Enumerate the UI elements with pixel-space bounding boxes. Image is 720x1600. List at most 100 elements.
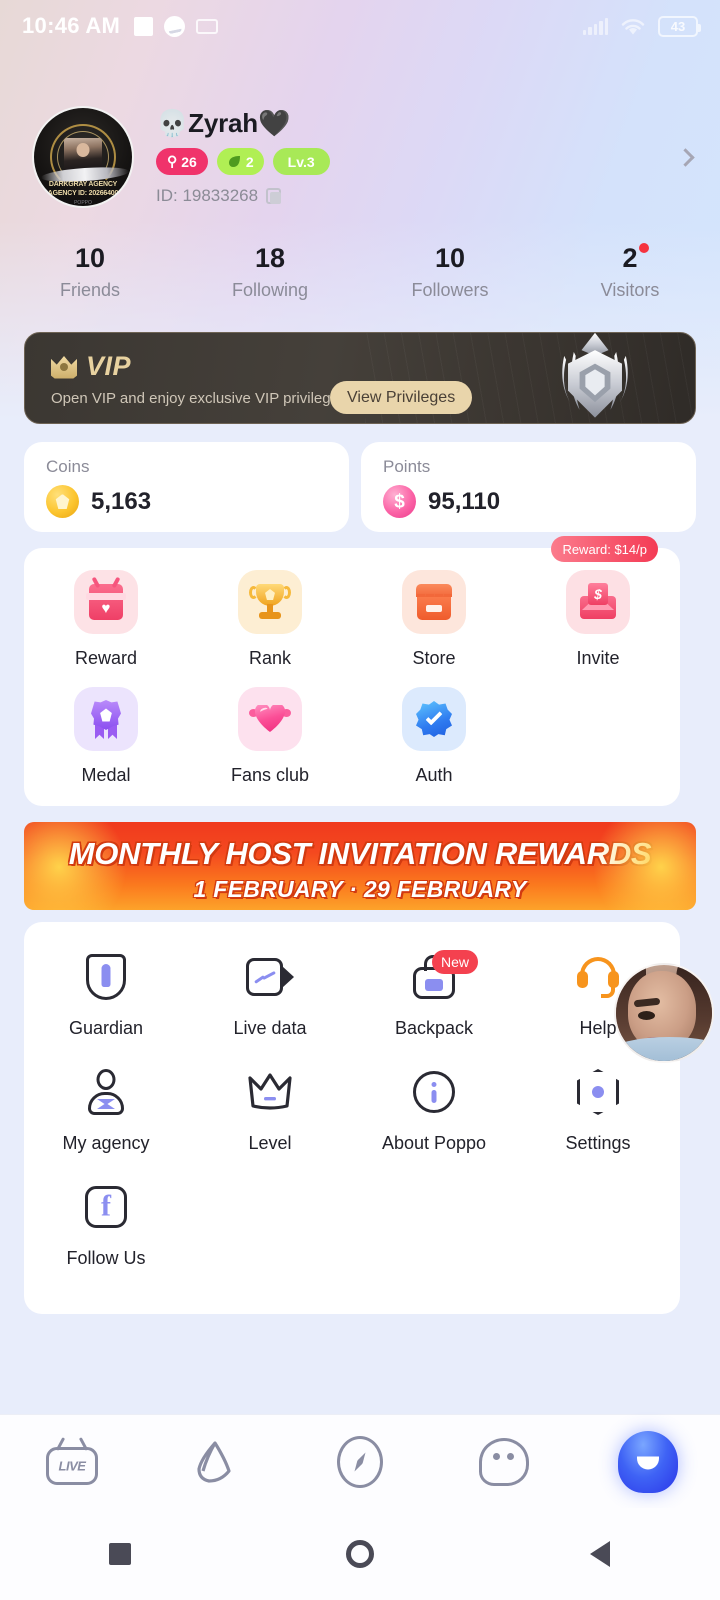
- camera-preview-eye: [638, 1011, 655, 1020]
- points-label: Points: [383, 457, 431, 476]
- trophy-icon: [238, 570, 302, 634]
- wifi-icon: [621, 18, 645, 34]
- compass-icon: [337, 1435, 383, 1488]
- avatar[interactable]: DARKGRAY AGENCY AGENCY ID: 20266400 POPP…: [32, 106, 134, 208]
- menu-empty-slot-3: [516, 1174, 680, 1269]
- coins-value: 5,163: [91, 487, 152, 515]
- promo-title: MONTHLY HOST INVITATION REWARDS: [68, 836, 652, 871]
- leaf-value: 2: [245, 153, 254, 170]
- stat-friends-label: Friends: [59, 280, 121, 300]
- avatar-frame: DARKGRAY AGENCY AGENCY ID: 20266400 POPP…: [32, 106, 134, 208]
- view-privileges-button[interactable]: View Privileges: [330, 381, 473, 414]
- visitors-notification-dot: [638, 243, 649, 253]
- backpack-new-badge: New: [431, 950, 478, 974]
- quick-action-rank[interactable]: Rank: [188, 570, 352, 669]
- menu-item-follow-us[interactable]: Follow Us: [24, 1174, 188, 1269]
- copy-icon[interactable]: [266, 188, 282, 204]
- stat-followers[interactable]: 10 Followers: [360, 243, 540, 301]
- status-bar: 10:46 AM 43: [0, 0, 720, 52]
- vip-title-row: VIP: [51, 351, 131, 382]
- quick-action-auth-label: Auth: [415, 765, 453, 785]
- menu-item-level-label: Level: [248, 1133, 292, 1153]
- profile-header[interactable]: DARKGRAY AGENCY AGENCY ID: 20266400 POPP…: [0, 92, 720, 222]
- quick-action-invite[interactable]: $ Reward: $14/p Invite: [516, 536, 680, 669]
- status-bar-system-icons: 43: [582, 15, 701, 37]
- info-icon: [352, 1059, 516, 1125]
- agent-person-icon: [24, 1059, 188, 1125]
- floating-camera-preview[interactable]: [614, 963, 714, 1063]
- gender-age-badge[interactable]: ⚲ 26: [156, 148, 208, 175]
- leaf-icon: [228, 156, 240, 167]
- quick-action-medal[interactable]: Medal: [24, 687, 188, 786]
- stat-visitors[interactable]: 2 Visitors: [540, 243, 720, 301]
- avatar-brand: POPPO: [74, 200, 92, 206]
- menu-item-live-data[interactable]: Live data: [188, 944, 352, 1039]
- quick-action-reward[interactable]: Reward: [24, 570, 188, 669]
- battery-icon: 43: [658, 15, 701, 37]
- gender-icon: ⚲: [167, 153, 178, 169]
- stat-friends-value: 10: [74, 243, 106, 273]
- stat-friends[interactable]: 10 Friends: [0, 243, 180, 301]
- profile-id-row[interactable]: ID: 19833268: [156, 186, 679, 206]
- video-chart-icon: [188, 944, 352, 1010]
- menu-empty-slot-1: [188, 1174, 352, 1269]
- quick-action-empty-slot: [516, 687, 680, 786]
- chevron-right-icon[interactable]: [676, 147, 695, 167]
- profile-info: 💀Zyrah🖤 ⚲ 26 2 Lv.3 ID: 19833268: [156, 108, 679, 206]
- quick-action-store[interactable]: Store: [352, 570, 516, 669]
- home-icon: [346, 1540, 374, 1568]
- menu-item-guardian[interactable]: Guardian: [24, 944, 188, 1039]
- app-screen: 10:46 AM 43 DARKGRAY AGENCY AGENCY ID: 2…: [0, 0, 720, 1600]
- quick-action-medal-label: Medal: [81, 765, 131, 785]
- profile-id-text: ID: 19833268: [156, 186, 259, 205]
- nav-discover[interactable]: [288, 1415, 432, 1508]
- android-navigation-bar: [0, 1508, 720, 1600]
- quick-action-reward-label: Reward: [74, 648, 138, 668]
- quick-action-auth[interactable]: Auth: [352, 687, 516, 786]
- menu-item-level[interactable]: Level: [188, 1059, 352, 1154]
- points-card[interactable]: Points 95,110: [361, 442, 696, 532]
- recents-button[interactable]: [0, 1543, 240, 1565]
- quick-actions-row-2: Medal Fans club Auth: [24, 669, 680, 786]
- vip-title: VIP: [86, 351, 132, 381]
- card-icon: [196, 18, 219, 34]
- stat-following[interactable]: 18 Following: [180, 243, 360, 301]
- menu-item-backpack-label: Backpack: [394, 1018, 474, 1038]
- nav-moments[interactable]: [144, 1415, 288, 1508]
- menu-item-settings[interactable]: Settings: [516, 1059, 680, 1154]
- avatar-agency-name: DARKGRAY AGENCY: [48, 181, 118, 188]
- stat-followers-label: Followers: [411, 280, 489, 300]
- nav-live[interactable]: [0, 1415, 144, 1508]
- coins-card[interactable]: Coins 5,163: [24, 442, 349, 532]
- nav-me[interactable]: [576, 1415, 720, 1508]
- camera-preview-shoulder: [616, 1037, 712, 1061]
- ghost-chat-icon: [479, 1437, 529, 1486]
- points-value: 95,110: [428, 487, 501, 515]
- cone-icon: [197, 1440, 231, 1483]
- nav-messages[interactable]: [432, 1415, 576, 1508]
- coins-label: Coins: [46, 457, 90, 476]
- crown-icon: [188, 1059, 352, 1125]
- home-button[interactable]: [240, 1540, 480, 1568]
- stats-row: 10 Friends 18 Following 10 Followers 2 V…: [0, 243, 720, 301]
- back-button[interactable]: [480, 1541, 720, 1567]
- promo-banner[interactable]: MONTHLY HOST INVITATION REWARDS 1 FEBRUA…: [24, 822, 696, 910]
- stat-followers-value: 10: [434, 243, 466, 273]
- vip-banner[interactable]: VIP Open VIP and enjoy exclusive VIP pri…: [24, 332, 696, 424]
- envelope-money-icon: $ Reward: $14/p: [551, 536, 658, 634]
- leaf-badge[interactable]: 2: [216, 148, 264, 175]
- invite-reward-badge: Reward: $14/p: [551, 536, 658, 562]
- menu-item-guardian-label: Guardian: [68, 1018, 144, 1038]
- promo-subtitle: 1 FEBRUARY · 29 FEBRUARY: [193, 876, 527, 902]
- menu-item-about-poppo-label: About Poppo: [381, 1133, 487, 1153]
- menu-item-about-poppo[interactable]: About Poppo: [352, 1059, 516, 1154]
- medal-icon: [74, 687, 138, 751]
- level-badge[interactable]: Lv.3: [272, 148, 330, 175]
- quick-action-invite-label: Invite: [576, 648, 620, 668]
- menu-item-backpack[interactable]: New Backpack: [352, 944, 516, 1039]
- menu-item-my-agency[interactable]: My agency: [24, 1059, 188, 1154]
- backpack-icon: New: [352, 944, 516, 1010]
- quick-action-fans-club[interactable]: Fans club: [188, 687, 352, 786]
- back-icon: [590, 1541, 610, 1567]
- status-bar-time: 10:46 AM: [22, 13, 121, 38]
